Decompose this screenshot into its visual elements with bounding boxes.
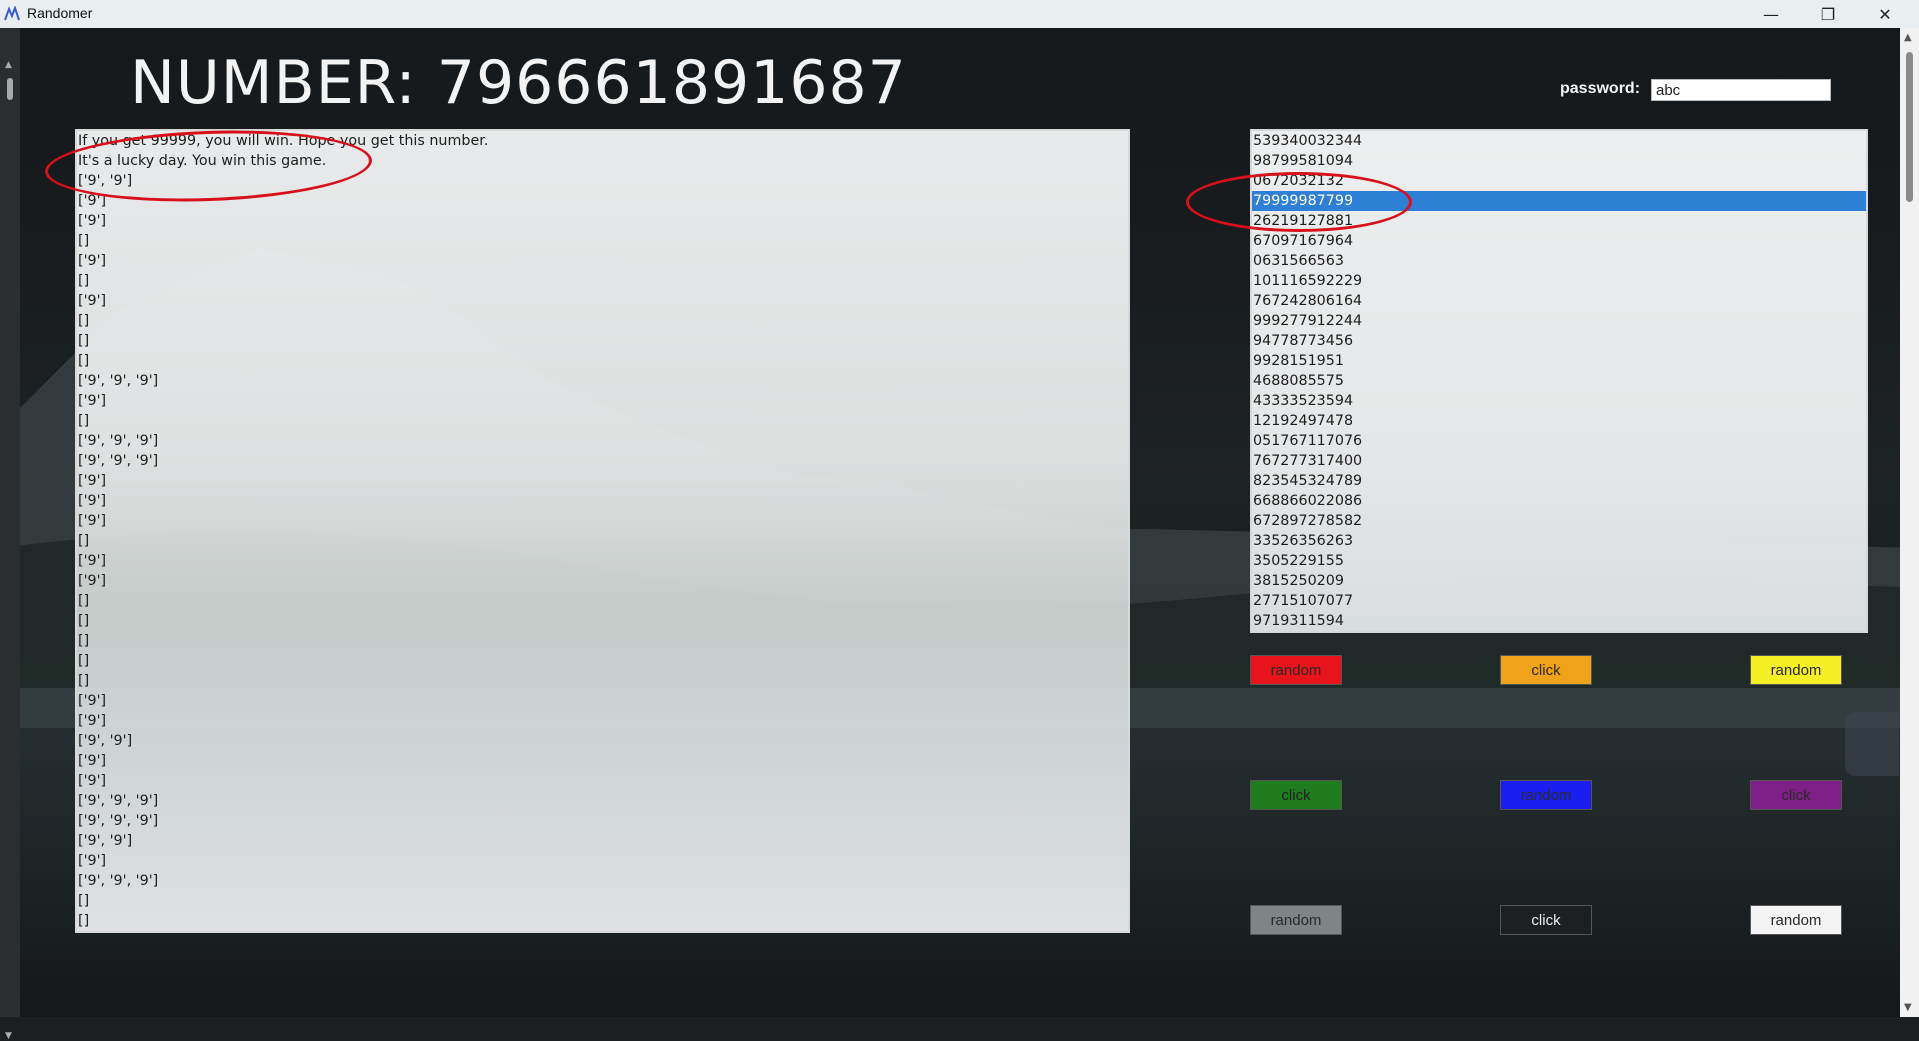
number-list-item[interactable]: 0631566563 <box>1252 251 1866 271</box>
number-list-item[interactable]: 668866022086 <box>1252 491 1866 511</box>
log-line: ['9'] <box>78 853 107 869</box>
log-line: [] <box>78 673 90 689</box>
log-line: [] <box>78 333 90 349</box>
number-list-item[interactable]: 999277912244 <box>1252 311 1866 331</box>
log-line: ['9'] <box>78 253 107 269</box>
number-list-item[interactable]: 101116592229 <box>1252 271 1866 291</box>
number-list-item[interactable]: 672897278582 <box>1252 511 1866 531</box>
log-line: ['9', '9', '9'] <box>78 453 159 469</box>
log-line: ['9', '9', '9'] <box>78 793 159 809</box>
password-label: password: <box>1560 80 1641 97</box>
number-list-item[interactable]: 9928151951 <box>1252 351 1866 371</box>
log-line: [] <box>78 633 90 649</box>
log-line: [] <box>78 653 90 669</box>
log-line: ['9'] <box>78 573 107 589</box>
log-line: [] <box>78 593 90 609</box>
close-icon: ✕ <box>1878 4 1892 24</box>
side-widget[interactable] <box>1845 712 1899 776</box>
left-scroll-thumb[interactable] <box>7 78 13 100</box>
restore-icon: ❐ <box>1820 4 1836 24</box>
log-line: [] <box>78 913 90 929</box>
log-line: [] <box>78 533 90 549</box>
number-list-item[interactable]: 823545324789 <box>1252 471 1866 491</box>
number-list-item[interactable]: 43333523594 <box>1252 391 1866 411</box>
annotation-ellipse-list <box>1186 172 1412 232</box>
random-button[interactable]: random <box>1750 655 1842 685</box>
log-line: ['9'] <box>78 553 107 569</box>
number-list-item[interactable]: 98799581094 <box>1252 151 1866 171</box>
left-scroll-down-arrow[interactable]: ▼ <box>5 1031 12 1041</box>
number-list-item[interactable]: 767242806164 <box>1252 291 1866 311</box>
number-list-item[interactable]: 767277317400 <box>1252 451 1866 471</box>
log-line: ['9'] <box>78 513 107 529</box>
log-line: ['9'] <box>78 393 107 409</box>
number-list-item[interactable]: 051767117076 <box>1252 431 1866 451</box>
minimize-icon: — <box>1763 4 1779 24</box>
log-line: ['9'] <box>78 213 107 229</box>
log-line: [] <box>78 413 90 429</box>
log-line: ['9'] <box>78 293 107 309</box>
number-list-item[interactable]: 3815250209 <box>1252 571 1866 591</box>
log-line: [] <box>78 233 90 249</box>
number-list-item[interactable]: 9719311594 <box>1252 611 1866 631</box>
log-line: ['9'] <box>78 493 107 509</box>
log-line: ['9', '9'] <box>78 833 133 849</box>
log-line: ['9'] <box>78 753 107 769</box>
app-logo-icon <box>4 6 20 21</box>
random-button[interactable]: random <box>1250 655 1342 685</box>
click-button[interactable]: click <box>1750 780 1842 810</box>
scroll-up-arrow-icon[interactable]: ▲ <box>1904 32 1912 43</box>
window-title: Randomer <box>27 5 93 21</box>
log-line: ['9', '9', '9'] <box>78 373 159 389</box>
restore-button[interactable]: ❐ <box>1805 0 1851 28</box>
log-line: [] <box>78 273 90 289</box>
minimize-button[interactable]: — <box>1748 0 1794 28</box>
number-list-item[interactable]: 539340032344 <box>1252 131 1866 151</box>
log-line: ['9'] <box>78 773 107 789</box>
number-list-item[interactable]: 4688085575 <box>1252 371 1866 391</box>
number-list-item[interactable]: 12192497478 <box>1252 411 1866 431</box>
log-line: ['9', '9'] <box>78 733 133 749</box>
number-list-item[interactable]: 27715107077 <box>1252 591 1866 611</box>
log-line: [] <box>78 313 90 329</box>
password-input[interactable] <box>1651 79 1831 101</box>
scroll-down-arrow-icon[interactable]: ▼ <box>1904 1002 1912 1013</box>
number-display: NUMBER: 796661891687 <box>130 48 907 118</box>
click-button[interactable]: click <box>1250 780 1342 810</box>
log-line: ['9'] <box>78 713 107 729</box>
number-list-item[interactable]: 3505229155 <box>1252 551 1866 571</box>
left-edge-strip: ▲ ▼ <box>0 28 20 1041</box>
log-line: ['9'] <box>78 693 107 709</box>
log-line: [] <box>78 613 90 629</box>
number-list-item[interactable]: 67097167964 <box>1252 231 1866 251</box>
log-line: ['9', '9', '9'] <box>78 813 159 829</box>
click-button[interactable]: click <box>1500 905 1592 935</box>
scrollbar-thumb[interactable] <box>1906 52 1913 202</box>
log-line: ['9', '9', '9'] <box>78 433 159 449</box>
click-button[interactable]: click <box>1500 655 1592 685</box>
number-list-item[interactable]: 94778773456 <box>1252 331 1866 351</box>
left-scroll-up-arrow[interactable]: ▲ <box>5 60 12 70</box>
random-button[interactable]: random <box>1500 780 1592 810</box>
random-button[interactable]: random <box>1750 905 1842 935</box>
random-button[interactable]: random <box>1250 905 1342 935</box>
title-bar: Randomer — ❐ ✕ <box>0 0 1919 28</box>
log-line: ['9'] <box>78 473 107 489</box>
number-list-item[interactable]: 33526356263 <box>1252 531 1866 551</box>
log-line: [] <box>78 353 90 369</box>
log-line: [] <box>78 893 90 909</box>
close-button[interactable]: ✕ <box>1862 0 1908 28</box>
log-line: ['9', '9', '9'] <box>78 873 159 889</box>
window-scrollbar[interactable]: ▲ ▼ <box>1900 28 1919 1017</box>
result-log-textarea[interactable]: If you get 99999, you will win. Hope you… <box>75 129 1130 933</box>
